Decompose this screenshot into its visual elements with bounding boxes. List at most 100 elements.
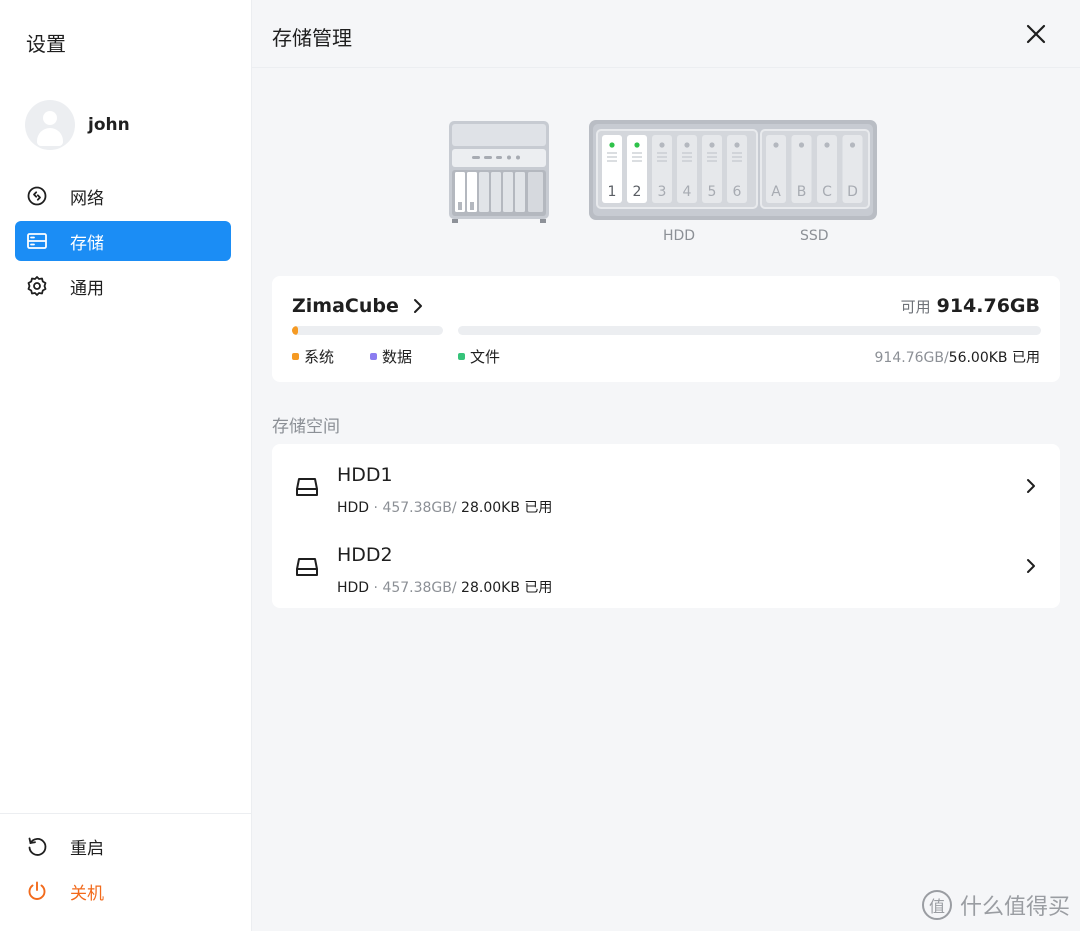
total-usage-bar: [458, 326, 1041, 335]
available-capacity: 可用 914.76GB: [901, 295, 1040, 317]
status-led: [849, 142, 856, 148]
device-name: ZimaCube: [292, 295, 399, 317]
watermark-badge: 值: [921, 890, 952, 920]
shutdown-label: 关机: [70, 883, 104, 904]
status-led: [659, 142, 665, 148]
legend-item-system: 系统: [292, 346, 334, 367]
disk-meta: HDD · 457.38GB/ 28.00KB 已用: [337, 577, 552, 597]
usage-text: 914.76GB/56.00KB 已用: [875, 347, 1040, 367]
slot-label: 6: [733, 184, 742, 200]
available-value: 914.76GB: [936, 295, 1040, 317]
drive-slot-4: 4: [677, 135, 697, 203]
slot-label: 5: [708, 184, 717, 200]
close-icon: [1026, 24, 1046, 44]
legend-item-files: 文件: [458, 346, 500, 367]
slot-label: 4: [683, 184, 692, 200]
status-led: [824, 142, 830, 148]
sidebar-title: 设置: [26, 32, 66, 56]
status-led: [709, 142, 715, 148]
system-usage-bar: [292, 326, 443, 335]
drive-slot-6: 6: [727, 135, 747, 203]
slot-label: 2: [633, 184, 642, 200]
status-led: [773, 142, 779, 148]
status-led: [734, 142, 740, 148]
sidebar-item-label: 网络: [70, 188, 104, 209]
storage-space-list: HDD1 HDD · 457.38GB/ 28.00KB 已用 HDD2 HDD…: [272, 444, 1060, 608]
disk-capacity: · 457.38GB/: [369, 500, 457, 516]
available-label: 可用: [900, 298, 931, 316]
network-icon: [26, 185, 48, 207]
nas-cube-icon: [449, 121, 549, 223]
legend-dot: [292, 353, 299, 360]
slot-label: A: [771, 184, 781, 200]
disk-name: HDD2: [337, 544, 393, 566]
shutdown-button[interactable]: 关机: [15, 871, 231, 911]
drive-slot-C: C: [817, 135, 837, 203]
slot-label: D: [847, 184, 858, 200]
sidebar-item-network[interactable]: 网络: [15, 176, 231, 216]
avatar: [25, 100, 75, 150]
sidebar-item-label: 通用: [70, 278, 104, 299]
main-panel: 存储管理 1 2 3 4 5 6 A B C D HDD SSD ZimaCub…: [252, 0, 1080, 931]
close-button[interactable]: [1022, 20, 1050, 48]
legend-label: 数据: [382, 348, 413, 366]
restart-button[interactable]: 重启: [15, 826, 231, 866]
restart-icon: [26, 835, 48, 857]
ssd-caption: SSD: [800, 228, 829, 244]
sidebar-item-storage[interactable]: 存储: [15, 221, 231, 261]
slot-label: B: [797, 184, 807, 200]
drive-slot-B: B: [791, 135, 812, 203]
disk-meta: HDD · 457.38GB/ 28.00KB 已用: [337, 497, 552, 517]
power-icon: [26, 880, 48, 902]
system-usage-fill: [292, 326, 299, 335]
legend-dot: [370, 353, 378, 360]
slot-label: C: [822, 184, 832, 200]
watermark: 值 什么值得买: [921, 889, 1070, 921]
sidebar-nav: 网络 存储 通用: [15, 176, 231, 311]
status-led: [684, 142, 690, 148]
hard-drive-icon: [296, 478, 318, 496]
user-profile[interactable]: john: [25, 100, 130, 150]
legend-label: 文件: [470, 348, 501, 366]
slot-label: 1: [608, 184, 617, 200]
sidebar-item-label: 存储: [70, 233, 104, 254]
slot-label: 3: [658, 184, 667, 200]
disk-type: HDD: [337, 500, 370, 516]
status-led: [634, 142, 640, 148]
list-item-hdd2[interactable]: HDD2 HDD · 457.38GB/ 28.00KB 已用: [272, 526, 1060, 606]
chevron-right-icon: [1026, 558, 1036, 574]
usage-legend: 系统 数据 文件: [292, 346, 530, 367]
drive-slot-5: 5: [702, 135, 722, 203]
status-led: [798, 142, 805, 148]
device-illustration: 123456 ABCD HDD SSD: [252, 110, 1080, 250]
sidebar: 设置 john 网络 存储 通用 重启 关机: [0, 0, 252, 931]
drive-slot-A: A: [766, 135, 786, 203]
username: john: [88, 115, 130, 135]
storage-summary-card: ZimaCube 可用 914.76GB 系统 数据 文件 914.76GB/5…: [272, 276, 1060, 382]
device-name-link[interactable]: ZimaCube: [292, 295, 423, 317]
legend-item-data: 数据: [370, 346, 412, 367]
drive-slot-3: 3: [652, 135, 672, 203]
status-led: [609, 142, 615, 148]
disk-used: 28.00KB 已用: [456, 500, 553, 516]
sidebar-item-general[interactable]: 通用: [15, 266, 231, 306]
chevron-right-icon: [413, 298, 423, 314]
legend-dot: [458, 353, 466, 360]
usage-total: 914.76GB/: [874, 350, 949, 366]
page-title: 存储管理: [272, 26, 352, 50]
storage-icon: [26, 230, 48, 252]
drive-slot-2: 2: [627, 135, 647, 203]
header: 存储管理: [252, 0, 1080, 68]
watermark-text: 什么值得买: [959, 895, 1070, 920]
gear-icon: [26, 275, 48, 297]
usage-used: 56.00KB 已用: [948, 350, 1040, 366]
divider: [0, 813, 251, 814]
drive-slot-1: 1: [602, 135, 622, 203]
list-item-hdd1[interactable]: HDD1 HDD · 457.38GB/ 28.00KB 已用: [272, 446, 1060, 526]
disk-name: HDD1: [337, 464, 393, 486]
restart-label: 重启: [70, 838, 104, 859]
hdd-caption: HDD: [663, 228, 696, 244]
disk-capacity: · 457.38GB/: [369, 580, 457, 596]
section-title: 存储空间: [272, 417, 340, 437]
power-nav: 重启 关机: [15, 826, 231, 916]
